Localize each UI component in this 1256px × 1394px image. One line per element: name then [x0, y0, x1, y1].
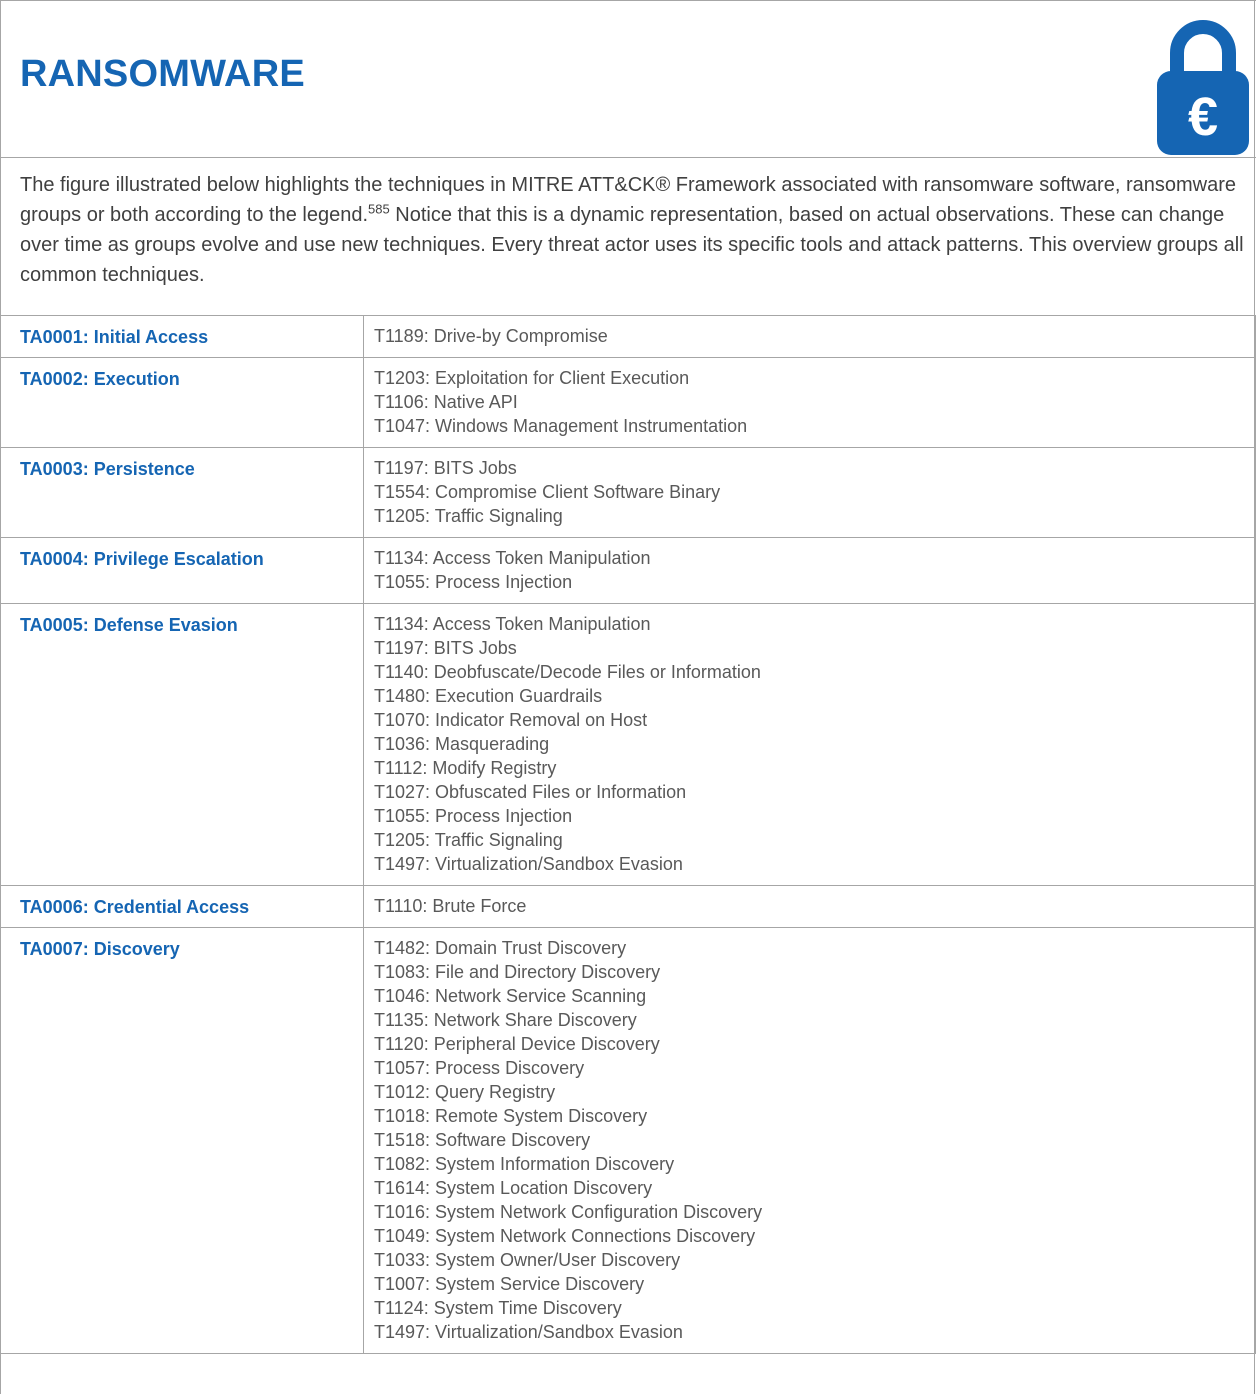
tactic-name: TA0005: Defense Evasion: [20, 615, 238, 635]
tactic-cell: TA0002: Execution: [0, 357, 364, 448]
tactic-name: TA0004: Privilege Escalation: [20, 549, 264, 569]
tactic-cell: TA0001: Initial Access: [0, 315, 364, 358]
tactic-name: TA0007: Discovery: [20, 939, 180, 959]
technique-item: T1189: Drive-by Compromise: [374, 326, 608, 346]
technique-item: T1205: Traffic Signaling: [374, 506, 563, 526]
techniques-cell: T1134: Access Token Manipulation T1197: B…: [363, 603, 1256, 886]
technique-item: T1482: Domain Trust Discovery: [374, 938, 627, 958]
intro-paragraph: The figure illustrated below highlights …: [20, 170, 1245, 290]
technique-item: T1082: System Information Discovery: [374, 1154, 675, 1174]
technique-item: T1055: Process Injection: [374, 572, 573, 592]
techniques-cell: T1189: Drive-by Compromise: [363, 315, 1256, 358]
technique-item: T1197: BITS Jobs: [374, 458, 517, 478]
techniques-cell: T1203: Exploitation for Client Execution…: [363, 357, 1256, 448]
technique-item: T1614: System Location Discovery: [374, 1178, 653, 1198]
tactic-name: TA0001: Initial Access: [20, 327, 209, 347]
tactic-name: TA0003: Persistence: [20, 459, 195, 479]
technique-item: T1120: Peripheral Device Discovery: [374, 1034, 660, 1054]
technique-item: T1057: Process Discovery: [374, 1058, 585, 1078]
technique-item: T1134: Access Token Manipulation: [374, 548, 651, 568]
technique-item: T1134: Access Token Manipulation: [374, 614, 651, 634]
technique-item: T1518: Software Discovery: [374, 1130, 591, 1150]
technique-item: T1203: Exploitation for Client Execution: [374, 368, 690, 388]
technique-item: T1055: Process Injection: [374, 806, 573, 826]
technique-list: T1197: BITS Jobs T1554: Compromise Client…: [364, 448, 1255, 537]
tactic-cell: TA0004: Privilege Escalation: [0, 537, 364, 604]
technique-item: T1007: System Service Discovery: [374, 1274, 645, 1294]
technique-item: T1036: Masquerading: [374, 734, 550, 754]
technique-item: T1027: Obfuscated Files or Information: [374, 782, 687, 802]
technique-item: T1135: Network Share Discovery: [374, 1010, 637, 1030]
technique-list: T1203: Exploitation for Client Execution…: [364, 358, 1255, 447]
tactic-cell: TA0006: Credential Access: [0, 885, 364, 928]
header: RANSOMWARE €: [0, 0, 1256, 158]
tactic-row: TA0001: Initial Access T1189: Drive-by Co…: [0, 315, 1256, 358]
techniques-cell: T1134: Access Token Manipulation T1055: P…: [363, 537, 1256, 604]
techniques-cell: T1197: BITS Jobs T1554: Compromise Client…: [363, 447, 1256, 538]
tactic-row: TA0007: Discovery T1482: Domain Trust Dis…: [0, 927, 1256, 1354]
technique-item: T1197: BITS Jobs: [374, 638, 517, 658]
tactic-row: TA0002: Execution T1203: Exploitation for…: [0, 357, 1256, 448]
technique-item: T1205: Traffic Signaling: [374, 830, 563, 850]
padlock-euro-icon: €: [1157, 20, 1249, 155]
technique-list: T1482: Domain Trust Discovery T1083: File…: [364, 928, 1255, 1353]
technique-item: T1554: Compromise Client Software Binary: [374, 482, 721, 502]
tactic-row: TA0004: Privilege Escalation T1134: Acces…: [0, 537, 1256, 604]
euro-symbol: €: [1188, 87, 1218, 147]
techniques-cell: T1482: Domain Trust Discovery T1083: File…: [363, 927, 1256, 1354]
technique-item: T1480: Execution Guardrails: [374, 686, 603, 706]
tactic-name: TA0002: Execution: [20, 369, 180, 389]
technique-list: T1134: Access Token Manipulation T1197: B…: [364, 604, 1255, 885]
technique-item: T1033: System Owner/User Discovery: [374, 1250, 681, 1270]
techniques-cell: T1110: Brute Force: [363, 885, 1256, 928]
technique-list: T1110: Brute Force: [364, 886, 1255, 927]
technique-list: T1189: Drive-by Compromise: [364, 316, 1255, 357]
footnote-ref[interactable]: 585: [368, 201, 390, 216]
technique-item: T1110: Brute Force: [374, 896, 527, 916]
technique-item: T1083: File and Directory Discovery: [374, 962, 661, 982]
technique-item: T1497: Virtualization/Sandbox Evasion: [374, 1322, 683, 1342]
tactic-cell: TA0003: Persistence: [0, 447, 364, 538]
technique-item: T1046: Network Service Scanning: [374, 986, 647, 1006]
technique-item: T1070: Indicator Removal on Host: [374, 710, 648, 730]
tactic-row: TA0005: Defense Evasion T1134: Access Tok…: [0, 603, 1256, 886]
technique-item: T1106: Native API: [374, 392, 518, 412]
page-title: RANSOMWARE: [20, 53, 305, 95]
technique-item: T1016: System Network Configuration Disc…: [374, 1202, 763, 1222]
tactic-cell: TA0007: Discovery: [0, 927, 364, 1354]
technique-item: T1047: Windows Management Instrumentatio…: [374, 416, 748, 436]
technique-item: T1140: Deobfuscate/Decode Files or Infor…: [374, 662, 761, 682]
technique-item: T1049: System Network Connections Discov…: [374, 1226, 756, 1246]
tactics-table: TA0001: Initial Access T1189: Drive-by Co…: [0, 315, 1256, 1354]
technique-item: T1012: Query Registry: [374, 1082, 556, 1102]
tactic-name: TA0006: Credential Access: [20, 897, 250, 917]
tactic-row: TA0006: Credential Access T1110: Brute Fo…: [0, 885, 1256, 928]
tactic-row: TA0003: Persistence T1197: BITS Jobs T1554…: [0, 447, 1256, 538]
technique-item: T1018: Remote System Discovery: [374, 1106, 648, 1126]
technique-item: T1112: Modify Registry: [374, 758, 557, 778]
technique-item: T1124: System Time Discovery: [374, 1298, 622, 1318]
tactic-cell: TA0005: Defense Evasion: [0, 603, 364, 886]
technique-list: T1134: Access Token Manipulation T1055: P…: [364, 538, 1255, 603]
technique-item: T1497: Virtualization/Sandbox Evasion: [374, 854, 683, 874]
